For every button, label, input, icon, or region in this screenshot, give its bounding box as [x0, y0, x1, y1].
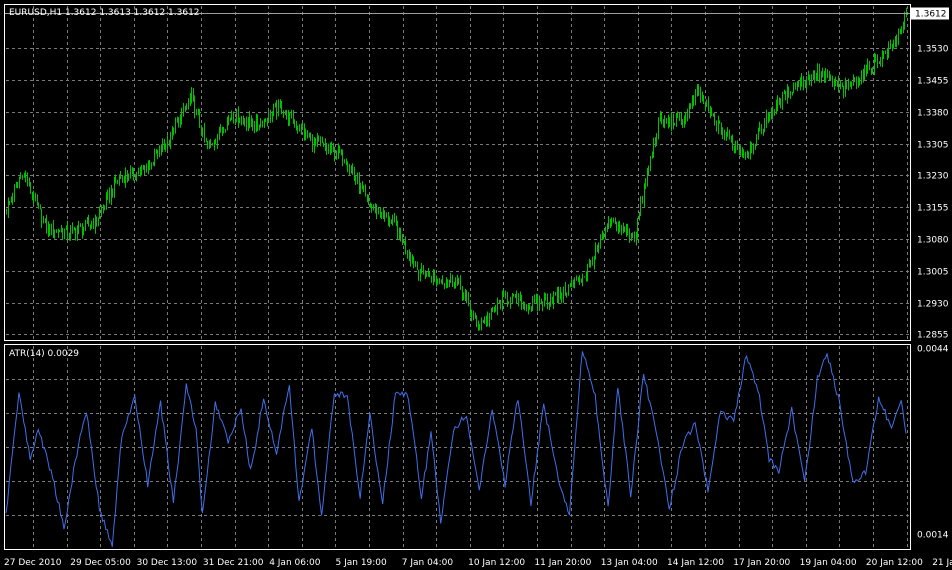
time-tick-label: 14 Jan 12:00	[667, 558, 724, 568]
time-tick-label: 7 Jan 04:00	[402, 558, 454, 568]
time-tick-label: 10 Jan 12:00	[468, 558, 525, 568]
time-tick-label: 11 Jan 20:00	[534, 558, 591, 568]
time-tick-label: 30 Dec 13:00	[137, 558, 198, 568]
indicator-header: ATR(14) 0.0029	[9, 349, 79, 359]
axis-labels: 1.3530 1.3455 1.3380 1.3305 1.3230 1.3155 1.30…	[4, 45, 952, 569]
price-tick-label: 1.3155	[917, 204, 949, 214]
time-tick-label: 27 Dec 2010	[4, 558, 62, 568]
time-tick-label: 17 Jan 20:00	[733, 558, 790, 568]
time-tick-label: 29 Dec 05:00	[70, 558, 131, 568]
price-tick-label: 1.3005	[917, 268, 949, 278]
price-bars	[6, 7, 907, 331]
time-tick-label: 21 Jan 20:00	[932, 558, 952, 568]
trading-chart[interactable]: 1.3530 1.3455 1.3380 1.3305 1.3230 1.3155 1.30…	[0, 0, 952, 570]
price-tick-label: 1.2855	[917, 331, 949, 341]
current-price-label: 1.3612	[915, 10, 947, 20]
time-tick-label: 20 Jan 12:00	[866, 558, 923, 568]
atr-tick-label: 0.0014	[917, 531, 949, 541]
price-tick-label: 1.3380	[917, 109, 949, 119]
price-tick-label: 1.3530	[917, 45, 949, 55]
price-tick-label: 1.3080	[917, 236, 949, 246]
price-tick-label: 1.3230	[917, 172, 949, 182]
time-tick-label: 31 Dec 21:00	[203, 558, 264, 568]
price-tick-label: 1.3455	[917, 77, 949, 87]
time-tick-label: 19 Jan 04:00	[800, 558, 857, 568]
symbol-header: EURUSD,H1 1.3612 1.3613 1.3612 1.3612	[9, 8, 200, 18]
price-tick-label: 1.2930	[917, 300, 949, 310]
atr-line-layer	[5, 351, 907, 547]
time-tick-label: 13 Jan 04:00	[601, 558, 658, 568]
atr-tick-label: 0.0044	[917, 345, 949, 355]
price-tick-label: 1.3305	[917, 141, 949, 151]
time-tick-label: 5 Jan 19:00	[336, 558, 388, 568]
atr-series-line	[5, 351, 907, 547]
time-tick-label: 4 Jan 06:00	[269, 558, 321, 568]
